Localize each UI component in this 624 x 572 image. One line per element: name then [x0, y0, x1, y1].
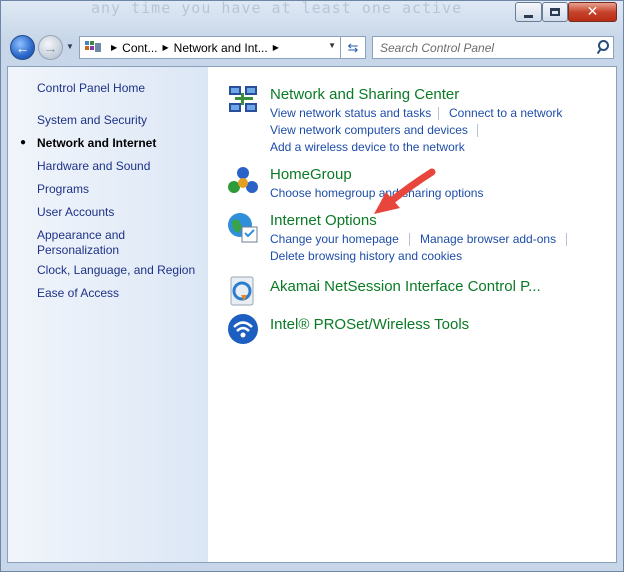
breadcrumb-separator-icon[interactable]: ▶ [163, 43, 169, 52]
annotation-arrow-icon [374, 168, 436, 214]
refresh-button[interactable]: ⇆ [341, 36, 366, 59]
manage-browser-addons-link[interactable]: Manage browser add-ons [420, 232, 556, 246]
address-bar[interactable]: ▶ Cont... ▶ Network and Int... ▶ ▼ [79, 36, 341, 59]
view-network-status-link[interactable]: View network status and tasks [270, 106, 431, 120]
task-divider [566, 233, 567, 246]
network-and-sharing-center-link[interactable]: Network and Sharing Center [270, 86, 459, 103]
network-icon [229, 86, 257, 112]
internet-options-icon [228, 213, 258, 243]
breadcrumb-network-and-internet[interactable]: Network and Int... [174, 41, 268, 55]
sidebar-item-user-accounts[interactable]: User Accounts [37, 205, 202, 220]
close-icon: ✕ [586, 4, 599, 20]
intel-wireless-icon [228, 314, 258, 344]
breadcrumb-control-panel[interactable]: Cont... [122, 41, 157, 55]
background-text: any time you have at least one active [91, 1, 521, 31]
connect-to-network-link[interactable]: Connect to a network [449, 106, 562, 120]
search-input[interactable] [380, 38, 590, 58]
intel-proset-wireless-link[interactable]: Intel® PROSet/Wireless Tools [270, 316, 469, 333]
minimize-icon [524, 14, 533, 18]
change-homepage-link[interactable]: Change your homepage [270, 232, 399, 246]
main-panel: Network and Sharing Center View network … [208, 67, 616, 562]
address-dropdown-icon[interactable]: ▼ [328, 41, 336, 50]
sidebar-item-appearance[interactable]: Appearance and Personalization [37, 228, 147, 258]
close-button[interactable]: ✕ [568, 2, 617, 22]
task-divider [477, 124, 478, 137]
back-arrow-icon: ← [15, 39, 30, 56]
active-bullet-icon: ● [20, 137, 27, 148]
akamai-netsession-link[interactable]: Akamai NetSession Interface Control P... [270, 278, 541, 295]
background-text-line: any time you have at least one active [91, 1, 463, 17]
task-divider [409, 233, 410, 246]
task-divider [438, 107, 439, 120]
maximize-icon [550, 8, 560, 16]
recent-pages-button[interactable]: ▼ [66, 42, 74, 51]
forward-button[interactable]: → [38, 35, 63, 60]
navigation-bar: ← → ▼ ▶ Cont... ▶ Network and Int... ▶ ▼… [0, 30, 624, 64]
homegroup-link[interactable]: HomeGroup [270, 166, 352, 183]
breadcrumb-separator-icon[interactable]: ▶ [273, 43, 279, 52]
sidebar-item-hardware-and-sound[interactable]: Hardware and Sound [37, 159, 202, 174]
akamai-icon [230, 276, 254, 306]
homegroup-icon [228, 167, 258, 193]
delete-browsing-history-link[interactable]: Delete browsing history and cookies [270, 249, 462, 263]
view-network-computers-link[interactable]: View network computers and devices [270, 123, 468, 137]
minimize-button[interactable] [515, 2, 542, 22]
sidebar-item-system-and-security[interactable]: System and Security [37, 113, 202, 128]
sidebar-item-ease-of-access[interactable]: Ease of Access [37, 286, 202, 301]
control-panel-icon [84, 40, 102, 55]
breadcrumb-separator-icon[interactable]: ▶ [111, 43, 117, 52]
back-button[interactable]: ← [10, 35, 35, 60]
maximize-button[interactable] [542, 2, 568, 22]
search-box[interactable] [372, 36, 614, 59]
add-wireless-device-link[interactable]: Add a wireless device to the network [270, 140, 465, 154]
sidebar-item-network-and-internet: Network and Internet [37, 136, 157, 150]
content-area: Control Panel Home System and Security ●… [7, 66, 617, 563]
sidebar-item-clock-language-region[interactable]: Clock, Language, and Region [37, 263, 202, 278]
search-icon[interactable] [596, 40, 609, 54]
sidebar-item-programs[interactable]: Programs [37, 182, 202, 197]
sidebar-item-home[interactable]: Control Panel Home [37, 81, 202, 96]
sidebar: Control Panel Home System and Security ●… [8, 67, 208, 562]
refresh-icon: ⇆ [347, 39, 359, 55]
forward-arrow-icon: → [43, 39, 58, 56]
